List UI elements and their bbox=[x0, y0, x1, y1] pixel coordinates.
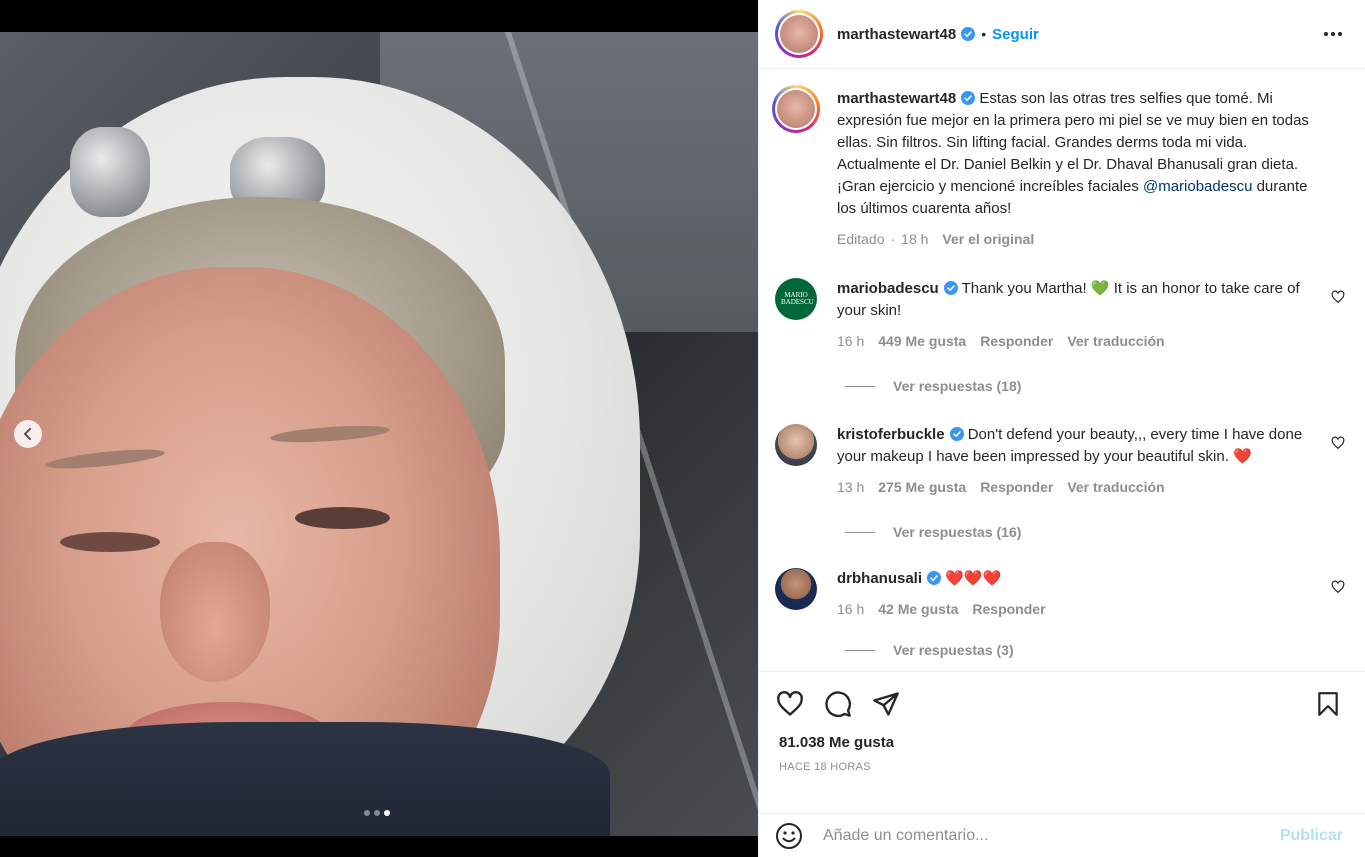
bookmark-icon bbox=[1318, 692, 1338, 716]
verified-badge-icon bbox=[961, 91, 976, 105]
commenter-avatar[interactable]: MARIO BADESCU bbox=[775, 278, 817, 320]
view-replies-label: Ver respuestas (16) bbox=[893, 524, 1022, 540]
verified-badge-icon bbox=[927, 571, 942, 585]
comment-item: kristoferbuckle Don't defend your beauty… bbox=[775, 424, 1349, 498]
reply-button[interactable]: Responder bbox=[972, 598, 1045, 620]
carousel-dot bbox=[364, 810, 370, 816]
verified-badge-icon bbox=[961, 27, 976, 41]
comment-item: drbhanusali ❤️❤️❤️ 16 h 42 Me gusta Resp… bbox=[775, 568, 1349, 620]
comment-item: MARIO BADESCU mariobadescu Thank you Mar… bbox=[775, 278, 1349, 352]
more-icon bbox=[1324, 32, 1328, 36]
red-hearts-emoji: ❤️❤️❤️ bbox=[945, 570, 1002, 587]
translate-button[interactable]: Ver traducción bbox=[1067, 330, 1164, 352]
share-button[interactable] bbox=[871, 689, 901, 719]
save-button[interactable] bbox=[1313, 689, 1343, 719]
comment-username[interactable]: drbhanusali bbox=[837, 570, 922, 587]
post-media bbox=[0, 0, 758, 857]
likes-count[interactable]: 81.038 Me gusta bbox=[775, 734, 1349, 751]
carousel-dot bbox=[374, 810, 380, 816]
author-username[interactable]: marthastewart48 bbox=[837, 26, 956, 43]
post-panel: marthastewart48 • Seguir marthastewart48… bbox=[758, 0, 1365, 857]
more-options-button[interactable] bbox=[1321, 24, 1345, 44]
post-header: marthastewart48 • Seguir bbox=[759, 0, 1365, 69]
reply-button[interactable]: Responder bbox=[980, 476, 1053, 498]
edited-label: Editado bbox=[837, 231, 885, 247]
chevron-left-icon bbox=[24, 428, 31, 440]
post-timestamp: HACE 18 HORAS bbox=[779, 761, 871, 773]
red-heart-emoji: ❤️ bbox=[1233, 448, 1252, 465]
emoji-icon[interactable] bbox=[775, 822, 803, 850]
comment-likes[interactable]: 275 Me gusta bbox=[878, 476, 966, 498]
see-original-link[interactable]: Ver el original bbox=[942, 228, 1034, 250]
commenter-avatar[interactable] bbox=[775, 424, 817, 466]
comment-text: Thank you Martha! bbox=[957, 280, 1091, 297]
comment-time: 16 h bbox=[837, 601, 865, 617]
carousel-indicator bbox=[364, 810, 390, 816]
carousel-dot-active bbox=[384, 810, 390, 816]
comment-time: 16 h bbox=[837, 333, 865, 349]
comment-likes[interactable]: 449 Me gusta bbox=[878, 330, 966, 352]
like-comment-icon[interactable] bbox=[1331, 436, 1345, 450]
like-button[interactable] bbox=[775, 689, 805, 719]
comment-button[interactable] bbox=[823, 689, 853, 719]
reply-button[interactable]: Responder bbox=[980, 330, 1053, 352]
add-comment-bar: Publicar bbox=[759, 813, 1365, 857]
comment-time: 13 h bbox=[837, 479, 865, 495]
publish-button[interactable]: Publicar bbox=[1280, 827, 1343, 845]
caption-mention[interactable]: @mariobadescu bbox=[1143, 178, 1252, 195]
view-replies-label: Ver respuestas (18) bbox=[893, 378, 1022, 394]
comment-bubble-icon bbox=[825, 691, 851, 717]
caption-avatar[interactable] bbox=[772, 85, 820, 133]
post-caption: marthastewart48 Estas son las otras tres… bbox=[772, 85, 1349, 250]
translate-button[interactable]: Ver traducción bbox=[1067, 476, 1164, 498]
comment-input[interactable] bbox=[823, 826, 1280, 845]
follow-button[interactable]: Seguir bbox=[992, 26, 1039, 43]
caption-username[interactable]: marthastewart48 bbox=[837, 90, 956, 107]
like-comment-icon[interactable] bbox=[1331, 580, 1345, 594]
green-heart-emoji: 💚 bbox=[1090, 280, 1110, 297]
view-replies-button[interactable]: Ver respuestas (18) bbox=[845, 378, 1349, 394]
comments-list[interactable]: marthastewart48 Estas son las otras tres… bbox=[759, 70, 1365, 668]
verified-badge-icon bbox=[949, 427, 964, 441]
comment-likes[interactable]: 42 Me gusta bbox=[878, 598, 958, 620]
view-replies-label: Ver respuestas (3) bbox=[893, 642, 1014, 658]
comment-username[interactable]: kristoferbuckle bbox=[837, 426, 945, 443]
carousel-prev-button[interactable] bbox=[14, 420, 42, 448]
post-actions: 81.038 Me gusta HACE 18 HORAS bbox=[759, 671, 1365, 773]
avatar-logo-text: MARIO BADESCU bbox=[781, 291, 814, 306]
verified-badge-icon bbox=[943, 281, 958, 295]
commenter-avatar[interactable] bbox=[775, 568, 817, 610]
separator-dot: • bbox=[981, 26, 987, 42]
view-replies-button[interactable]: Ver respuestas (16) bbox=[845, 524, 1349, 540]
paper-plane-icon bbox=[873, 692, 899, 716]
comment-username[interactable]: mariobadescu bbox=[837, 280, 939, 297]
heart-icon bbox=[777, 691, 803, 716]
like-comment-icon[interactable] bbox=[1331, 290, 1345, 304]
caption-time: 18 h bbox=[901, 231, 929, 247]
author-avatar[interactable] bbox=[775, 10, 823, 58]
view-replies-button[interactable]: Ver respuestas (3) bbox=[845, 642, 1349, 658]
post-photo bbox=[0, 32, 758, 836]
